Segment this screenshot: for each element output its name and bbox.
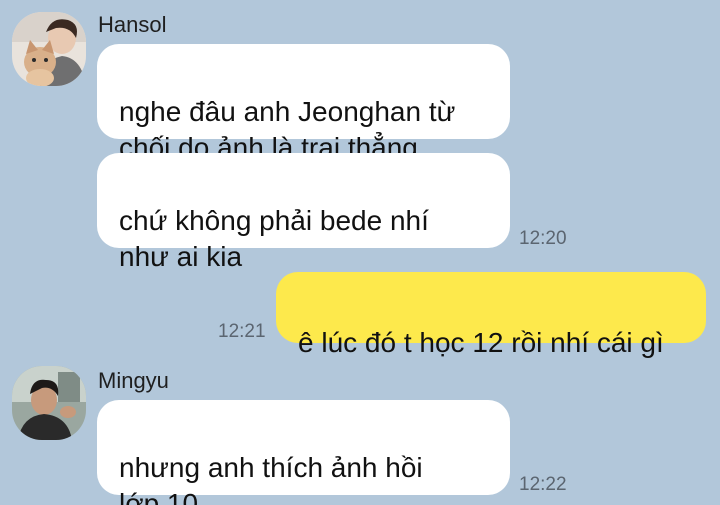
sender-name-mingyu: Mingyu [98, 368, 169, 393]
chat-view: Hansol nghe đâu anh Jeonghan từ chối do … [0, 0, 720, 505]
hansol-avatar[interactable] [12, 12, 86, 86]
profile-photo-man-icon [12, 366, 86, 440]
profile-photo-with-cat-icon [12, 12, 86, 86]
message-bubble-outgoing[interactable]: ê lúc đó t học 12 rồi nhí cái gì [276, 272, 706, 358]
message-text: chứ không phải bede nhí như ai kia [119, 205, 429, 272]
message-bubble[interactable]: nhưng anh thích ảnh hồi lớp 10 [97, 400, 510, 505]
message-bubble[interactable]: chứ không phải bede nhí như ai kia [97, 153, 510, 272]
message-timestamp: 12:21 [218, 321, 266, 342]
sender-name-hansol: Hansol [98, 12, 167, 37]
message-text: ê lúc đó t học 12 rồi nhí cái gì [298, 327, 664, 358]
message-bubble[interactable]: nghe đâu anh Jeonghan từ chối do ảnh là … [97, 44, 510, 163]
message-timestamp: 12:20 [519, 228, 567, 249]
mingyu-avatar[interactable] [12, 366, 86, 440]
message-text: nhưng anh thích ảnh hồi lớp 10 [119, 452, 423, 505]
message-timestamp: 12:22 [519, 474, 567, 495]
